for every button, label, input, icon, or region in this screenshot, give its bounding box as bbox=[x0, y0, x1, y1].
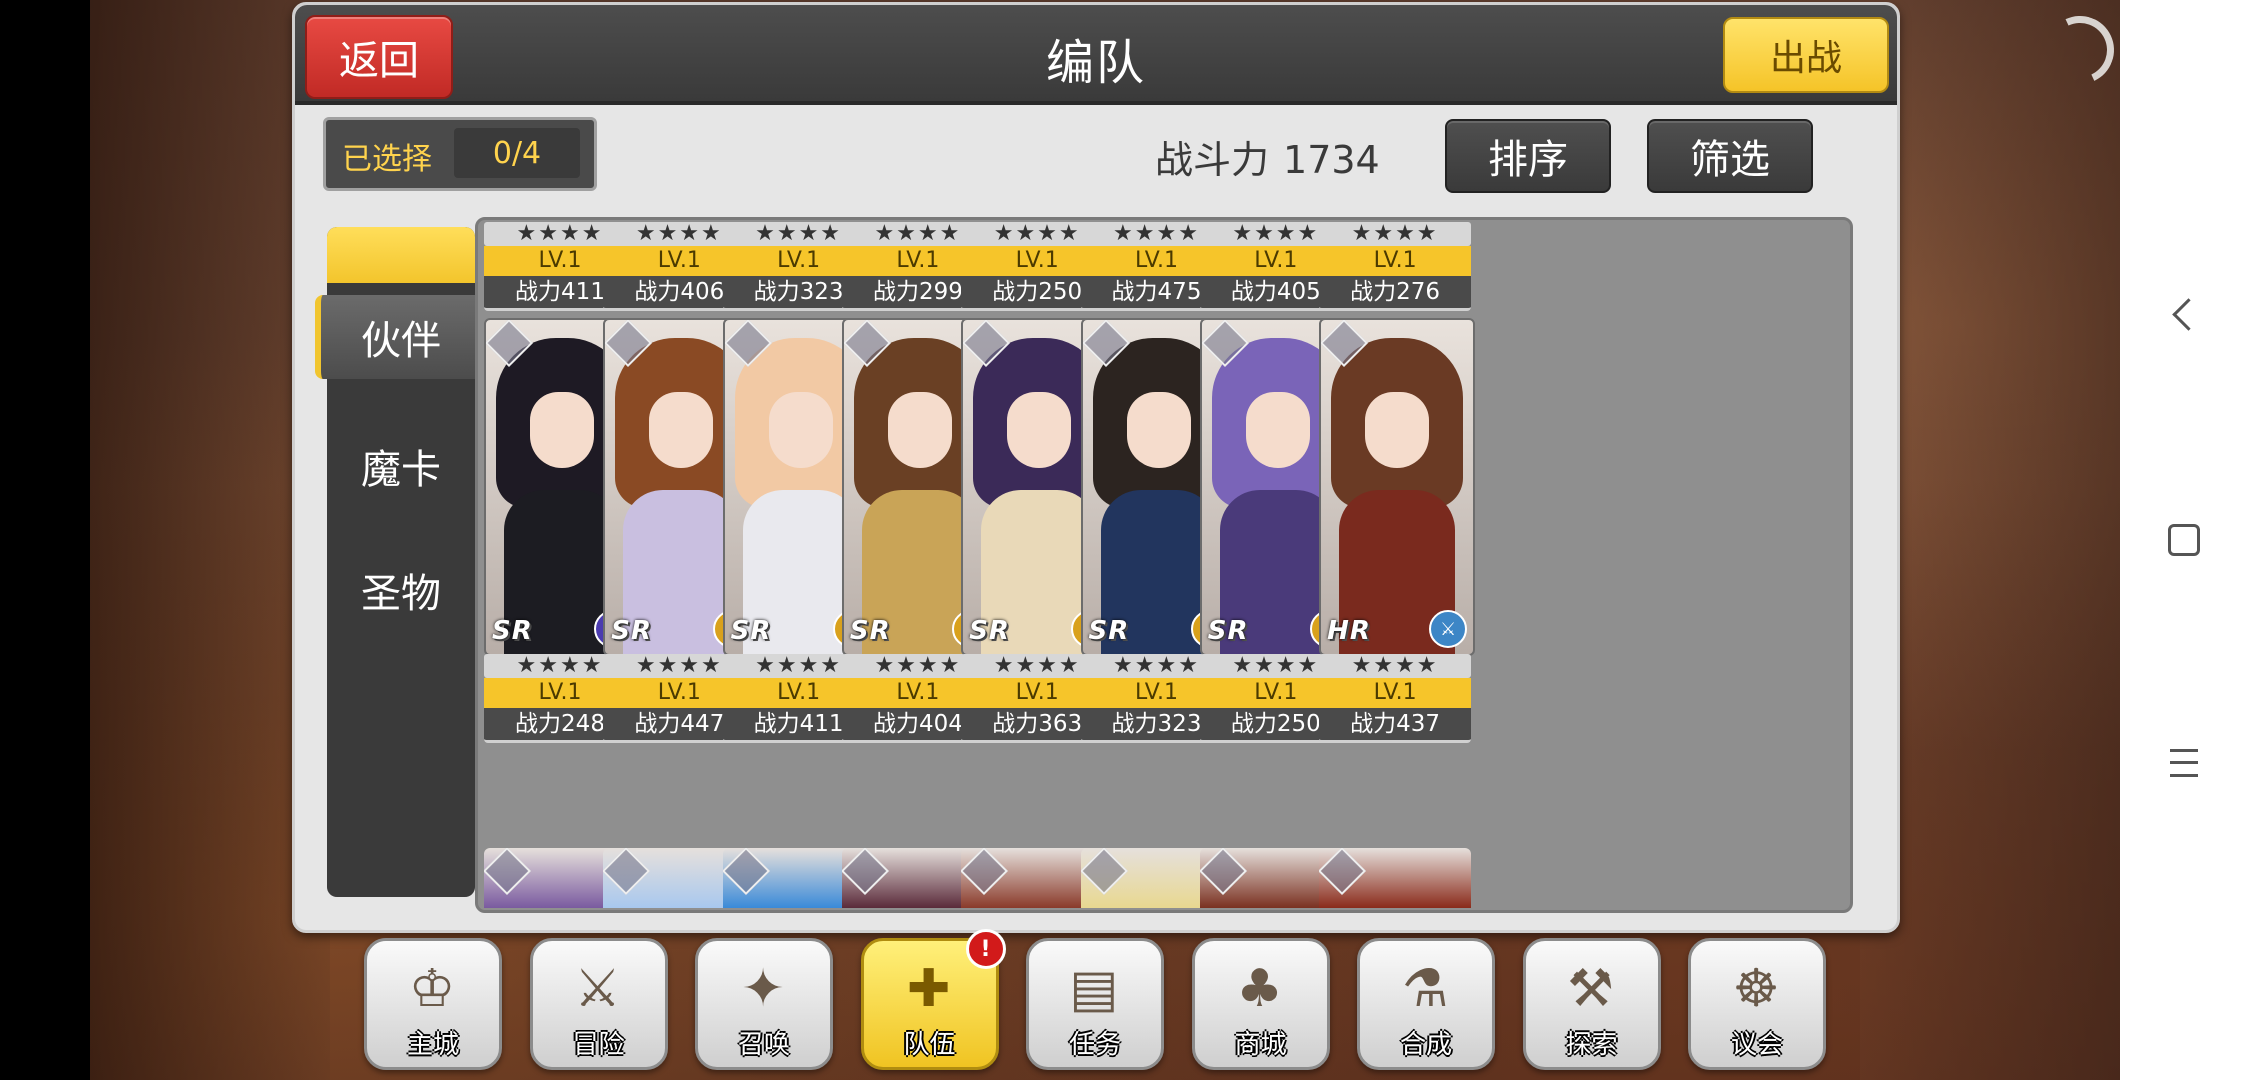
home-square-icon bbox=[2168, 524, 2200, 556]
card-power: 战力276 bbox=[1319, 276, 1472, 311]
menu-label: 议会 bbox=[1730, 1030, 1783, 1060]
category-tabs: 伙伴 魔卡 圣物 bbox=[315, 227, 481, 897]
element-icon bbox=[1319, 848, 1367, 896]
menu-label: 冒险 bbox=[572, 1030, 625, 1060]
menu-label: 任务 bbox=[1068, 1030, 1121, 1060]
menu-label: 商城 bbox=[1234, 1030, 1287, 1060]
card-icon: ✦ bbox=[741, 959, 785, 1019]
rarity-label: SR bbox=[849, 616, 891, 646]
rarity-label: HR bbox=[1327, 616, 1371, 646]
portrait-face bbox=[1126, 392, 1191, 468]
sword-icon: ⚔ bbox=[1429, 610, 1468, 648]
menu-crown[interactable]: ♔ 主城 bbox=[364, 938, 502, 1070]
tab-relic[interactable]: 圣物 bbox=[327, 561, 475, 619]
portrait-face bbox=[1007, 392, 1072, 468]
element-icon bbox=[603, 848, 651, 896]
crown-icon: ♔ bbox=[408, 959, 456, 1019]
level-label: LV.1 bbox=[1319, 246, 1472, 276]
emblem-icon: ☸ bbox=[1732, 959, 1780, 1019]
axe-icon: ⚔ bbox=[574, 959, 621, 1019]
menu-label: 探索 bbox=[1565, 1030, 1618, 1060]
menu-lines-icon bbox=[2170, 749, 2198, 777]
element-icon bbox=[1080, 848, 1128, 896]
menu-book[interactable]: ▤ 任务 bbox=[1026, 938, 1164, 1070]
menu-emblem[interactable]: ☸ 议会 bbox=[1688, 938, 1826, 1070]
menu-label: 合成 bbox=[1399, 1030, 1452, 1060]
potion-icon: ⚗ bbox=[1401, 959, 1449, 1019]
rarity-label: SR bbox=[969, 616, 1010, 646]
character-card-top[interactable]: ★★★★ LV.1 战力276 bbox=[1319, 220, 1477, 311]
back-chevron-icon bbox=[2171, 297, 2205, 331]
title-bar: 返回 编队 出战 bbox=[295, 5, 1897, 105]
nav-home-button[interactable] bbox=[2154, 510, 2214, 570]
formation-panel: 返回 编队 出战 已选择 0/4 战斗力 1734 排序 筛选 伙伴 魔卡 圣物 … bbox=[292, 2, 1900, 933]
element-icon bbox=[722, 848, 770, 896]
element-icon bbox=[1199, 848, 1247, 896]
rarity-label: SR bbox=[1207, 616, 1249, 646]
tab-partner[interactable]: 伙伴 bbox=[315, 295, 481, 379]
battle-button[interactable]: 出战 bbox=[1723, 17, 1889, 93]
menu-label: 队伍 bbox=[903, 1030, 956, 1060]
card-power: 战力437 bbox=[1319, 708, 1472, 743]
nav-back-button[interactable] bbox=[2154, 284, 2214, 344]
menu-label: 主城 bbox=[406, 1030, 459, 1060]
bottom-menu: ♔ 主城 ⚔ 冒险 ✦ 召唤 ✚ 队伍! ▤ 任务 ♣ 商城 ⚗ 合成 ⚒ 探索 ☸ 议会 bbox=[364, 929, 1834, 1078]
element-icon bbox=[484, 848, 532, 896]
tab-magic-card[interactable]: 魔卡 bbox=[327, 437, 475, 495]
page-title: 编队 bbox=[1045, 35, 1146, 91]
selected-counter: 已选择 0/4 bbox=[323, 117, 597, 191]
power-label: 战斗力 bbox=[1155, 138, 1270, 182]
menu-axe[interactable]: ⚔ 冒险 bbox=[529, 938, 668, 1070]
rarity-label: SR bbox=[611, 616, 653, 646]
book-icon: ▤ bbox=[1069, 959, 1119, 1019]
character-card-peek[interactable] bbox=[1319, 848, 1472, 908]
menu-potion[interactable]: ⚗ 合成 bbox=[1357, 938, 1495, 1070]
character-portrait: HR ⚔ bbox=[1319, 318, 1476, 656]
menu-label: 召唤 bbox=[737, 1030, 790, 1060]
notification-badge: ! bbox=[965, 929, 1006, 969]
rarity-label: SR bbox=[730, 616, 772, 646]
selected-label: 已选择 bbox=[342, 142, 432, 177]
rarity-label: SR bbox=[1088, 616, 1130, 646]
portrait-face bbox=[1245, 392, 1310, 468]
tree-icon: ♣ bbox=[1236, 959, 1283, 1019]
system-navigation-bar bbox=[2120, 0, 2248, 1080]
element-icon bbox=[961, 848, 1009, 896]
portrait-face bbox=[530, 392, 594, 468]
character-grid[interactable]: ★★★★ LV.1 战力411 ★★★★ LV.1 战力406 ★★★★ LV.1 战力323 ★… bbox=[475, 217, 1853, 913]
star-rating: ★★★★ bbox=[1319, 222, 1472, 246]
menu-pickaxe[interactable]: ⚒ 探索 bbox=[1522, 938, 1661, 1070]
element-icon bbox=[841, 848, 889, 896]
portrait-face bbox=[768, 392, 833, 468]
portrait-face bbox=[1365, 392, 1430, 468]
wings-icon: ✚ bbox=[906, 959, 951, 1019]
pickaxe-icon: ⚒ bbox=[1567, 959, 1614, 1019]
rarity-label: SR bbox=[492, 616, 533, 646]
menu-card[interactable]: ✦ 召唤 bbox=[695, 938, 833, 1070]
menu-wings[interactable]: ✚ 队伍! bbox=[860, 929, 1006, 1070]
sort-button[interactable]: 排序 bbox=[1445, 119, 1611, 193]
nav-recents-button[interactable] bbox=[2154, 733, 2214, 793]
total-power: 战斗力 1734 bbox=[1155, 129, 1380, 184]
power-value: 1734 bbox=[1283, 138, 1380, 182]
selected-value: 0/4 bbox=[454, 128, 580, 178]
star-rating: ★★★★ bbox=[1319, 654, 1472, 678]
character-card[interactable]: HR ⚔ ★★★★ LV.1 战力437 bbox=[1319, 318, 1477, 743]
menu-tree[interactable]: ♣ 商城 bbox=[1191, 938, 1330, 1070]
filter-button[interactable]: 筛选 bbox=[1647, 119, 1813, 193]
portrait-face bbox=[887, 392, 952, 468]
tab-header-strip bbox=[327, 227, 475, 283]
level-label: LV.1 bbox=[1319, 678, 1472, 708]
portrait-face bbox=[649, 392, 714, 468]
